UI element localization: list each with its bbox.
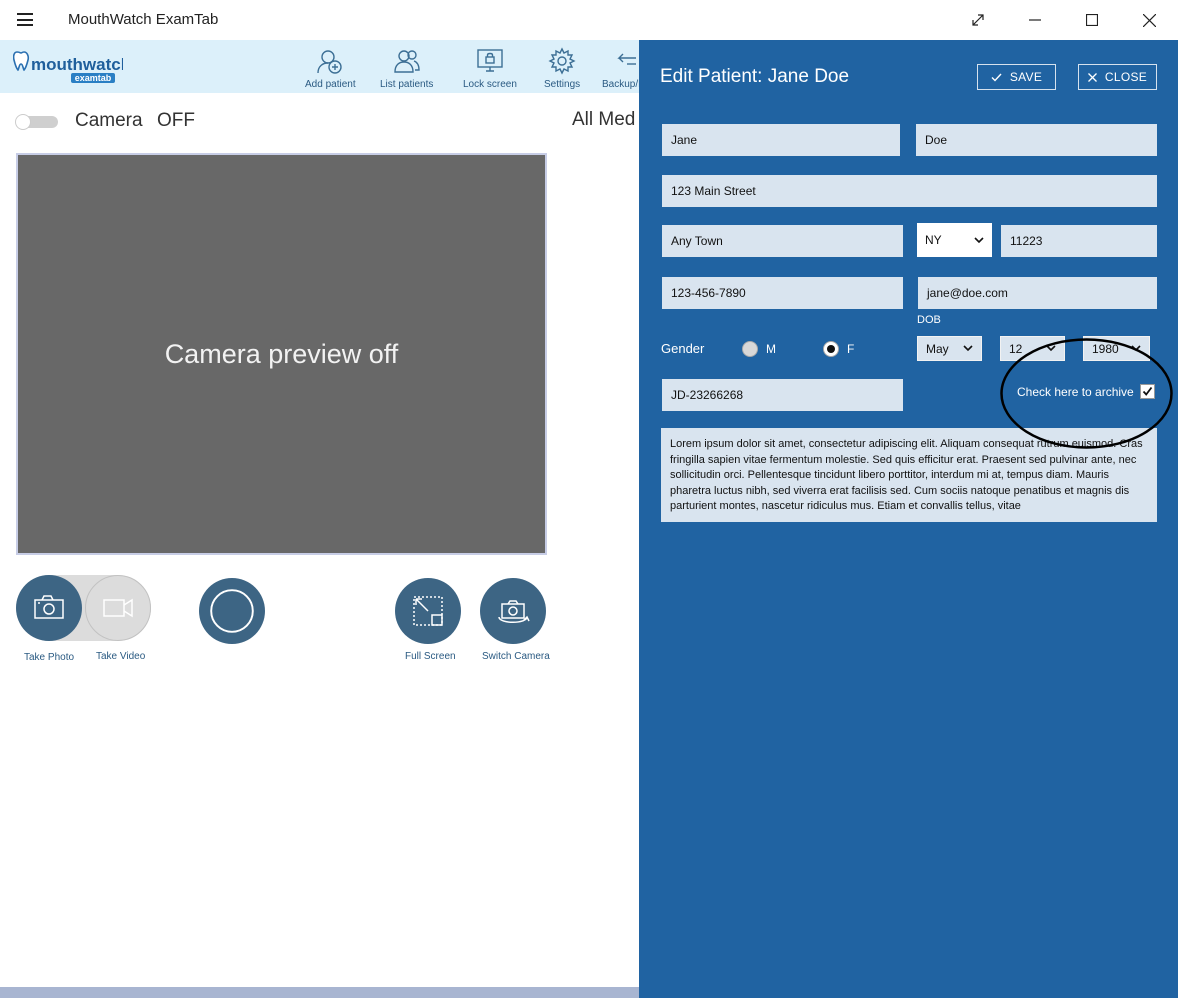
backup-icon — [609, 46, 639, 76]
edit-patient-panel: Edit Patient: Jane Doe SAVE CLOSE Jane D… — [639, 40, 1178, 998]
email-field[interactable]: jane@doe.com — [918, 277, 1157, 309]
camera-label: Camera — [75, 110, 143, 131]
camera-icon — [34, 595, 64, 619]
minimize-button[interactable] — [1007, 0, 1063, 40]
lock-screen-icon — [475, 46, 505, 76]
settings-button[interactable]: Settings — [544, 46, 580, 90]
first-name-field[interactable]: Jane — [662, 124, 900, 156]
camera-preview-text: Camera preview off — [164, 338, 399, 369]
state-select[interactable]: NY — [917, 223, 992, 257]
capture-button[interactable] — [199, 578, 265, 644]
toggle-knob — [15, 114, 31, 130]
checkmark-icon — [1142, 386, 1153, 396]
chevron-down-icon — [1131, 345, 1141, 352]
window-close-button[interactable] — [1121, 0, 1177, 40]
city-field[interactable]: Any Town — [662, 225, 903, 257]
gender-label: Gender — [661, 341, 705, 356]
archive-checkbox[interactable] — [1140, 384, 1155, 399]
full-screen-button[interactable] — [395, 578, 461, 644]
take-photo-button[interactable] — [16, 575, 82, 641]
take-video-button[interactable] — [85, 575, 151, 641]
close-icon — [1087, 72, 1097, 82]
users-icon — [392, 46, 422, 76]
camera-toggle[interactable] — [15, 114, 58, 130]
gender-radio-f[interactable]: F — [823, 341, 854, 357]
add-patient-button[interactable]: Add patient — [305, 46, 356, 90]
list-patients-button[interactable]: List patients — [380, 46, 433, 90]
logo-sub-text: examtab — [75, 73, 112, 83]
bottom-scrollbar[interactable] — [0, 987, 640, 998]
patient-id-field[interactable]: JD-23266268 — [662, 379, 903, 411]
dob-label: DOB — [917, 314, 941, 326]
lock-screen-button[interactable]: Lock screen — [463, 46, 517, 90]
chevron-down-icon — [1046, 345, 1056, 352]
full-screen-icon — [413, 596, 443, 626]
chevron-down-icon — [974, 236, 984, 243]
take-photo-label: Take Photo — [24, 652, 75, 663]
all-media-heading: All Med — [572, 109, 636, 130]
camera-preview: Camera preview off — [16, 153, 547, 555]
last-name-field[interactable]: Doe — [916, 124, 1157, 156]
add-user-icon — [315, 46, 345, 76]
switch-camera-label: Switch Camera — [482, 651, 550, 662]
dob-year-select[interactable]: 1980 — [1083, 336, 1150, 361]
take-video-label: Take Video — [96, 651, 146, 662]
app-title: MouthWatch ExamTab — [68, 11, 219, 28]
backup-button[interactable]: Backup/R — [602, 46, 640, 90]
close-button[interactable]: CLOSE — [1078, 64, 1157, 90]
hamburger-menu-icon[interactable] — [17, 13, 33, 26]
dob-month-select[interactable]: May — [917, 336, 982, 361]
main-toolbar: mouthwatch examtab Add patient List pati… — [0, 40, 640, 93]
switch-camera-button[interactable] — [480, 578, 546, 644]
gender-radio-m[interactable]: M — [742, 341, 776, 357]
shutter-icon — [210, 589, 254, 633]
notes-textarea[interactable]: Lorem ipsum dolor sit amet, consectetur … — [661, 428, 1157, 522]
logo-brand-text: mouthwatch — [31, 55, 123, 74]
checkmark-icon — [991, 73, 1002, 82]
radio-dot — [742, 341, 758, 357]
full-screen-label: Full Screen — [405, 651, 456, 662]
save-button[interactable]: SAVE — [977, 64, 1056, 90]
title-bar: MouthWatch ExamTab — [0, 0, 1178, 40]
switch-camera-icon — [498, 600, 530, 623]
phone-field[interactable]: 123-456-7890 — [662, 277, 903, 309]
expand-icon[interactable] — [950, 0, 1006, 40]
radio-dot-selected — [823, 341, 839, 357]
maximize-button[interactable] — [1064, 0, 1120, 40]
panel-title: Edit Patient: Jane Doe — [660, 66, 850, 87]
zip-field[interactable]: 11223 — [1001, 225, 1157, 257]
video-camera-icon — [103, 598, 133, 618]
archive-label: Check here to archive — [1017, 385, 1134, 399]
camera-state: OFF — [157, 110, 195, 131]
gear-icon — [547, 46, 577, 76]
address-field[interactable]: 123 Main Street — [662, 175, 1157, 207]
dob-day-select[interactable]: 12 — [1000, 336, 1065, 361]
chevron-down-icon — [963, 345, 973, 352]
mouthwatch-logo: mouthwatch examtab — [12, 48, 131, 88]
